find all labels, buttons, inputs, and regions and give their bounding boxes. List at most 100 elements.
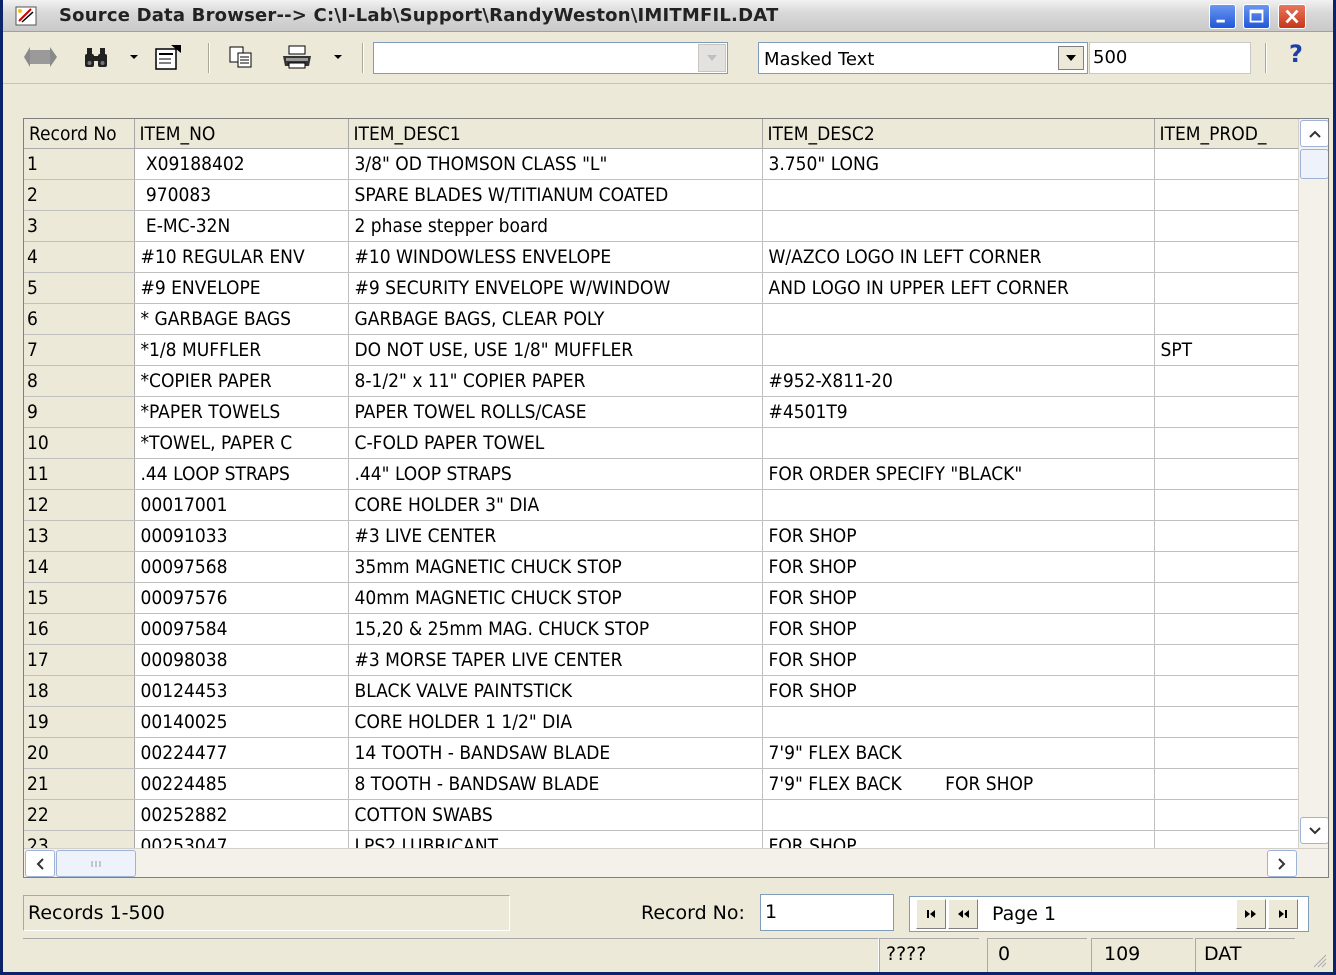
table-cell[interactable]: BLACK VALVE PAINTSTICK [348,675,763,707]
table-cell[interactable] [1154,303,1300,335]
table-cell[interactable]: 00224485 [134,768,349,800]
table-cell[interactable] [762,427,1155,459]
record-number-cell[interactable]: 2 [24,179,135,211]
table-cell[interactable]: 7'9" FLEX BACK [762,737,1155,769]
resize-grip-icon[interactable] [1311,952,1327,968]
record-number-cell[interactable]: 9 [24,396,135,428]
table-cell[interactable]: #4501T9 [762,396,1155,428]
table-cell[interactable] [1154,644,1300,676]
scroll-left-button[interactable] [25,850,55,877]
table-cell[interactable]: GARBAGE BAGS, CLEAR POLY [348,303,763,335]
table-row[interactable]: 19 00140025 CORE HOLDER 1 1/2" DIA [24,706,1300,738]
record-count-input[interactable]: 500 [1089,42,1251,74]
last-page-button[interactable] [1268,899,1298,929]
record-no-input[interactable]: 1 [760,894,894,931]
table-cell[interactable]: #3 LIVE CENTER [348,520,763,552]
find-binoculars-icon[interactable] [81,43,111,71]
table-cell[interactable]: *PAPER TOWELS [134,396,349,428]
table-cell[interactable]: *1/8 MUFFLER [134,334,349,366]
column-header[interactable]: Record No [24,119,135,149]
first-page-button[interactable] [916,899,946,929]
table-cell[interactable]: 00140025 [134,706,349,738]
view-mode-select[interactable]: Masked Text [758,42,1088,74]
table-cell[interactable] [1154,582,1300,614]
scroll-right-button[interactable] [1267,850,1297,877]
table-cell[interactable]: 7'9" FLEX BACK FOR SHOP [762,768,1155,800]
table-cell[interactable] [762,303,1155,335]
table-cell[interactable] [1154,675,1300,707]
table-cell[interactable] [1154,706,1300,738]
scroll-thumb[interactable] [1300,149,1328,179]
table-cell[interactable]: X09188402 [134,148,349,180]
chevron-down-icon[interactable] [127,43,141,71]
table-row[interactable]: 14 00097568 35mm MAGNETIC CHUCK STOP FOR SH… [24,551,1300,583]
help-button[interactable]: ? [1289,40,1303,68]
record-number-cell[interactable]: 16 [24,613,135,645]
table-cell[interactable]: 00224477 [134,737,349,769]
table-row[interactable]: 4 #10 REGULAR ENV #10 WINDOWLESS ENVELOPE W… [24,241,1300,273]
table-cell[interactable]: 00124453 [134,675,349,707]
table-row[interactable]: 11.44 LOOP STRAPS .44" LOOP STRAPS FOR ORD… [24,458,1300,490]
table-row[interactable]: 20 00224477 14 TOOTH - BANDSAW BLADE 7'9" F… [24,737,1300,769]
table-row[interactable]: 2 970083 SPARE BLADES W/TITIANUM COATED [24,179,1300,211]
horizontal-scroll-thumb[interactable] [56,850,136,877]
table-cell[interactable] [762,210,1155,242]
table-cell[interactable] [762,179,1155,211]
table-cell[interactable]: 3/8" OD THOMSON CLASS "L" [348,148,763,180]
record-number-cell[interactable]: 14 [24,551,135,583]
table-cell[interactable] [762,706,1155,738]
table-cell[interactable]: #9 ENVELOPE [134,272,349,304]
table-cell[interactable] [1154,489,1300,521]
table-row[interactable]: 12 00017001 CORE HOLDER 3" DIA [24,489,1300,521]
copy-icon[interactable] [225,43,257,71]
record-number-cell[interactable]: 20 [24,737,135,769]
record-number-cell[interactable]: 11 [24,458,135,490]
record-number-cell[interactable]: 6 [24,303,135,335]
table-cell[interactable]: 00097584 [134,613,349,645]
next-page-button[interactable] [1236,899,1266,929]
table-cell[interactable]: COTTON SWABS [348,799,763,831]
table-cell[interactable]: *COPIER PAPER [134,365,349,397]
column-header[interactable]: ITEM_NO [134,119,349,149]
table-cell[interactable] [1154,613,1300,645]
table-row[interactable]: 6 * GARBAGE BAGS GARBAGE BAGS, CLEAR POLY [24,303,1300,335]
chevron-down-icon[interactable] [331,43,345,71]
table-cell[interactable]: *TOWEL, PAPER C [134,427,349,459]
record-number-cell[interactable]: 22 [24,799,135,831]
title-bar[interactable]: Source Data Browser--> C:\I-Lab\Support\… [3,0,1333,32]
record-number-cell[interactable]: 17 [24,644,135,676]
table-cell[interactable]: SPARE BLADES W/TITIANUM COATED [348,179,763,211]
table-row[interactable]: 3 E-MC-32N 2 phase stepper board [24,210,1300,242]
table-cell[interactable]: PAPER TOWEL ROLLS/CASE [348,396,763,428]
previous-page-button[interactable] [948,899,978,929]
minimize-button[interactable] [1209,4,1236,29]
table-cell[interactable]: 00252882 [134,799,349,831]
table-cell[interactable]: 2 phase stepper board [348,210,763,242]
table-cell[interactable]: 8-1/2" x 11" COPIER PAPER [348,365,763,397]
table-cell[interactable]: #952-X811-20 [762,365,1155,397]
properties-icon[interactable] [151,43,185,71]
table-cell[interactable] [1154,799,1300,831]
table-cell[interactable]: * GARBAGE BAGS [134,303,349,335]
table-row[interactable]: 8 *COPIER PAPER 8-1/2" x 11" COPIER PAPER #… [24,365,1300,397]
maximize-button[interactable] [1243,4,1270,29]
table-cell[interactable] [1154,241,1300,273]
table-cell[interactable]: #10 REGULAR ENV [134,241,349,273]
table-row[interactable]: 9 *PAPER TOWELS PAPER TOWEL ROLLS/CASE #450… [24,396,1300,428]
table-row[interactable]: 18 00124453 BLACK VALVE PAINTSTICK FOR SHOP [24,675,1300,707]
table-cell[interactable]: FOR SHOP [762,520,1155,552]
record-number-cell[interactable]: 10 [24,427,135,459]
table-cell[interactable]: 00097576 [134,582,349,614]
table-cell[interactable]: FOR ORDER SPECIFY "BLACK" [762,458,1155,490]
table-cell[interactable]: FOR SHOP [762,613,1155,645]
record-number-cell[interactable]: 18 [24,675,135,707]
table-cell[interactable]: 14 TOOTH - BANDSAW BLADE [348,737,763,769]
table-cell[interactable]: 00091033 [134,520,349,552]
view-mode-dropdown[interactable] [1058,46,1084,70]
table-cell[interactable]: 8 TOOTH - BANDSAW BLADE [348,768,763,800]
table-row[interactable]: 10 *TOWEL, PAPER C C-FOLD PAPER TOWEL [24,427,1300,459]
vertical-scrollbar[interactable] [1298,119,1328,848]
search-combo-dropdown[interactable] [698,44,726,72]
table-cell[interactable]: FOR SHOP [762,644,1155,676]
table-row[interactable]: 22 00252882 COTTON SWABS [24,799,1300,831]
